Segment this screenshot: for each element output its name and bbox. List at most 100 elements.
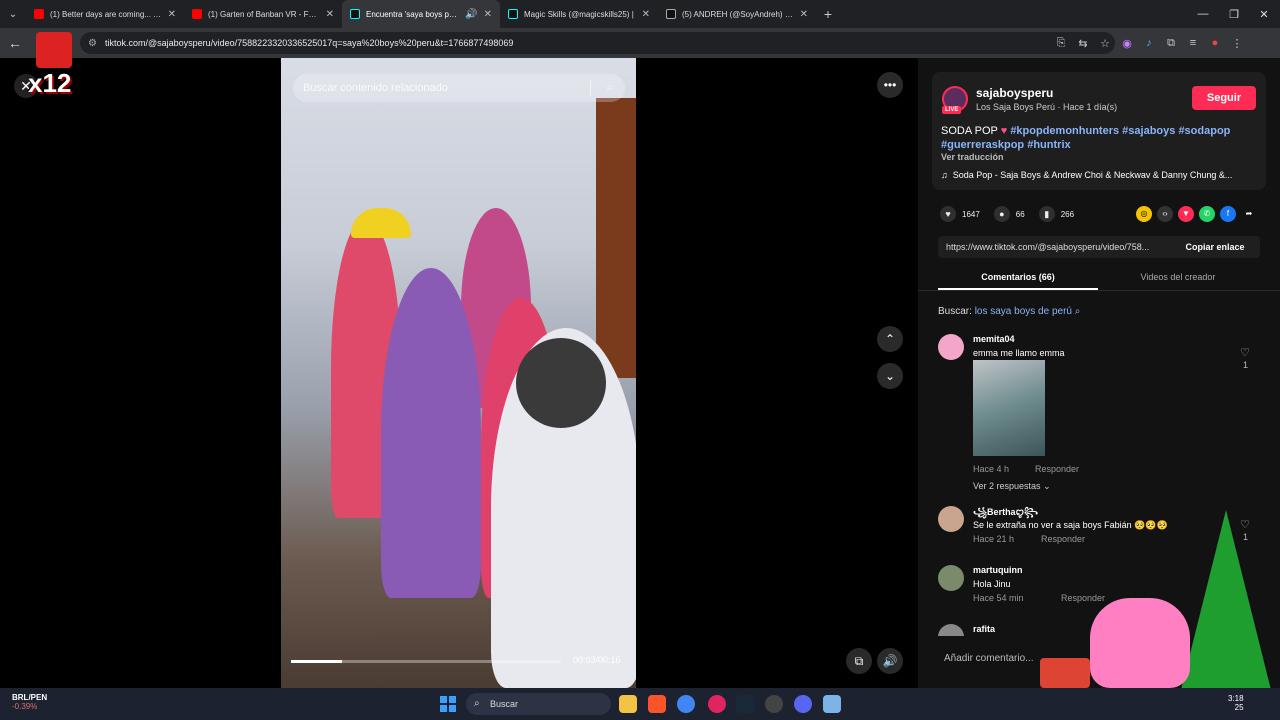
commenter-username[interactable]: martuquinn [973, 565, 1023, 575]
hashtag-link[interactable]: #sajaboys [1122, 125, 1175, 137]
tab-close-icon[interactable]: ✕ [642, 9, 650, 20]
commenter-avatar[interactable] [938, 624, 964, 636]
cast-icon[interactable]: ⎘ [1050, 37, 1072, 50]
browser-tab-strip: ⌄ (1) Better days are coming... The ✕ (1… [0, 0, 1280, 28]
see-translation-link[interactable]: Ver traducción [941, 152, 1004, 162]
profile-avatar[interactable]: ● [1204, 37, 1226, 49]
windows-start-icon[interactable] [440, 696, 456, 712]
hashtag-link[interactable]: #guerreraskpop [941, 139, 1024, 151]
taskbar-search[interactable]: ⌕ Buscar [466, 693, 611, 715]
view-replies-button[interactable]: Ver 2 respuestas ⌄ [973, 481, 1051, 492]
share-link-url[interactable]: https://www.tiktok.com/@sajaboysperu/vid… [938, 242, 1170, 252]
hashtag-link[interactable]: #huntrix [1027, 139, 1070, 151]
app-icon[interactable] [765, 695, 783, 713]
browser-tab-4[interactable]: Magic Skills (@magicskills25) | ✕ [500, 0, 658, 28]
christmas-tree-overlay [1176, 510, 1276, 710]
brave-browser-icon[interactable] [648, 695, 666, 713]
tab-close-icon[interactable]: ✕ [484, 9, 492, 20]
browser-tab-3-active[interactable]: Encuentra 'saya boys peru' - 🔊 ✕ [342, 0, 500, 28]
commenter-username[interactable]: rafita [973, 624, 995, 634]
music-link[interactable]: ♫ Soda Pop - Saja Boys & Andrew Choi & N… [941, 170, 1259, 180]
volume-icon[interactable]: 🔊 [877, 648, 903, 674]
share-arrow-icon[interactable]: ➦ [1241, 206, 1257, 222]
search-icon[interactable]: ⌕ [1075, 306, 1081, 317]
minimize-icon[interactable]: — [1187, 0, 1219, 28]
tab-creator-videos[interactable]: Videos del creador [1088, 272, 1268, 282]
cocoa-cup-overlay [1040, 658, 1090, 688]
comment-button[interactable]: ● 66 [993, 206, 1025, 222]
like-button[interactable]: ♥ 1647 [940, 206, 980, 222]
coin-icon[interactable]: ◎ [1136, 206, 1152, 222]
follow-button[interactable]: Seguir [1192, 86, 1256, 110]
browser-tab-1[interactable]: (1) Better days are coming... The ✕ [26, 0, 184, 28]
windows-taskbar: BRL/PEN -0.39% ⌕ Buscar 3:18 25 [0, 688, 1280, 720]
comment-time: Hace 21 h [973, 534, 1015, 544]
chevron-down-icon: ⌄ [1043, 481, 1051, 491]
video-progress-bar[interactable] [291, 660, 561, 663]
video-player[interactable]: Buscar contenido relacionado ⌕ 00:03/00:… [281, 58, 636, 688]
browser-tab-2[interactable]: (1) Garten of Banban VR - Full G ✕ [184, 0, 342, 28]
steam-icon[interactable] [736, 695, 754, 713]
save-button[interactable]: ▮ 266 [1038, 206, 1075, 222]
chevron-down-icon[interactable]: ⌄ [877, 363, 903, 389]
hashtag-link[interactable]: #kpopdemonhunters [1010, 125, 1119, 137]
facebook-icon[interactable]: f [1220, 206, 1236, 222]
browser-tab-5[interactable]: (5) ANDREH (@SoyAndreh) / X ✕ [658, 0, 816, 28]
reply-button[interactable]: Responder [1041, 534, 1085, 544]
chrome-icon[interactable] [677, 695, 695, 713]
tab-search-chevron-icon[interactable]: ⌄ [0, 0, 26, 28]
comment-like-heart-icon[interactable]: ♡ [1240, 346, 1250, 359]
share-icons: ◎ ‹› ▼ ✆ f ➦ [1136, 206, 1257, 222]
copy-link-button[interactable]: Copiar enlace [1170, 242, 1260, 252]
related-search-input[interactable]: Buscar contenido relacionado ⌕ [293, 74, 625, 102]
commenter-avatar[interactable] [938, 565, 964, 591]
tab-close-icon[interactable]: ✕ [168, 9, 176, 20]
search-icon[interactable]: ⌕ [606, 80, 613, 95]
menu-kebab-icon[interactable]: ⋮ [1226, 37, 1248, 50]
address-bar[interactable]: ⚙ tiktok.com/@sajaboysperu/video/7588223… [80, 32, 1115, 54]
system-clock[interactable]: 3:18 25 [1228, 694, 1244, 712]
extension-icon[interactable]: ◉ [1116, 37, 1138, 50]
post-card: LIVE sajaboysperu Los Saja Boys Perú · H… [932, 72, 1266, 190]
whatsapp-icon[interactable]: ✆ [1199, 206, 1215, 222]
tab-close-icon[interactable]: ✕ [326, 9, 334, 20]
discord-icon[interactable] [794, 695, 812, 713]
comment-photo[interactable] [973, 360, 1045, 456]
reading-list-icon[interactable]: ≡ [1182, 37, 1204, 49]
save-count: 266 [1060, 209, 1075, 219]
commenter-username[interactable]: memita04 [973, 334, 1015, 344]
related-search-suggestion: Buscar: los saya boys de perú ⌕ [938, 306, 1080, 317]
hashtag-link[interactable]: #sodapop [1178, 125, 1230, 137]
live-badge: LIVE [942, 106, 962, 114]
commenter-avatar[interactable] [938, 334, 964, 360]
restore-icon[interactable]: ❐ [1218, 0, 1250, 28]
currency-ticker-widget[interactable]: BRL/PEN -0.39% [12, 693, 47, 711]
taskbar-search-label: Buscar [490, 699, 519, 709]
extensions-puzzle-icon[interactable]: ⧉ [1160, 37, 1182, 50]
embed-code-icon[interactable]: ‹› [1157, 206, 1173, 222]
pip-icon[interactable]: ⧉ [846, 648, 872, 674]
reply-button[interactable]: Responder [1035, 464, 1079, 474]
app-icon[interactable] [708, 695, 726, 713]
send-icon[interactable]: ▼ [1178, 206, 1194, 222]
chevron-up-icon[interactable]: ⌃ [877, 326, 903, 352]
tab-close-icon[interactable]: ✕ [800, 9, 808, 20]
bookmark-star-icon[interactable]: ☆ [1094, 37, 1116, 50]
tab-audio-icon[interactable]: 🔊 [465, 9, 477, 20]
commenter-avatar[interactable] [938, 506, 964, 532]
search-query-link[interactable]: los saya boys de perú [975, 306, 1072, 317]
translate-icon[interactable]: ⇆ [1072, 37, 1094, 50]
tab-title: Magic Skills (@magicskills25) | [524, 9, 634, 19]
reply-button[interactable]: Responder [1061, 593, 1105, 603]
creator-username[interactable]: sajaboysperu [976, 86, 1053, 100]
notepad-icon[interactable] [823, 695, 841, 713]
tab-comments[interactable]: Comentarios (66) [928, 272, 1108, 282]
more-options-icon[interactable]: ••• [877, 72, 903, 98]
file-explorer-icon[interactable] [619, 695, 637, 713]
site-settings-icon[interactable]: ⚙ [88, 38, 97, 49]
new-tab-plus-icon[interactable]: + [816, 6, 840, 22]
tiktok-favicon-icon [508, 9, 518, 19]
extension-icon[interactable]: ♪ [1138, 37, 1160, 49]
back-arrow-icon[interactable]: ← [0, 35, 30, 51]
window-close-icon[interactable]: ✕ [1248, 0, 1280, 28]
